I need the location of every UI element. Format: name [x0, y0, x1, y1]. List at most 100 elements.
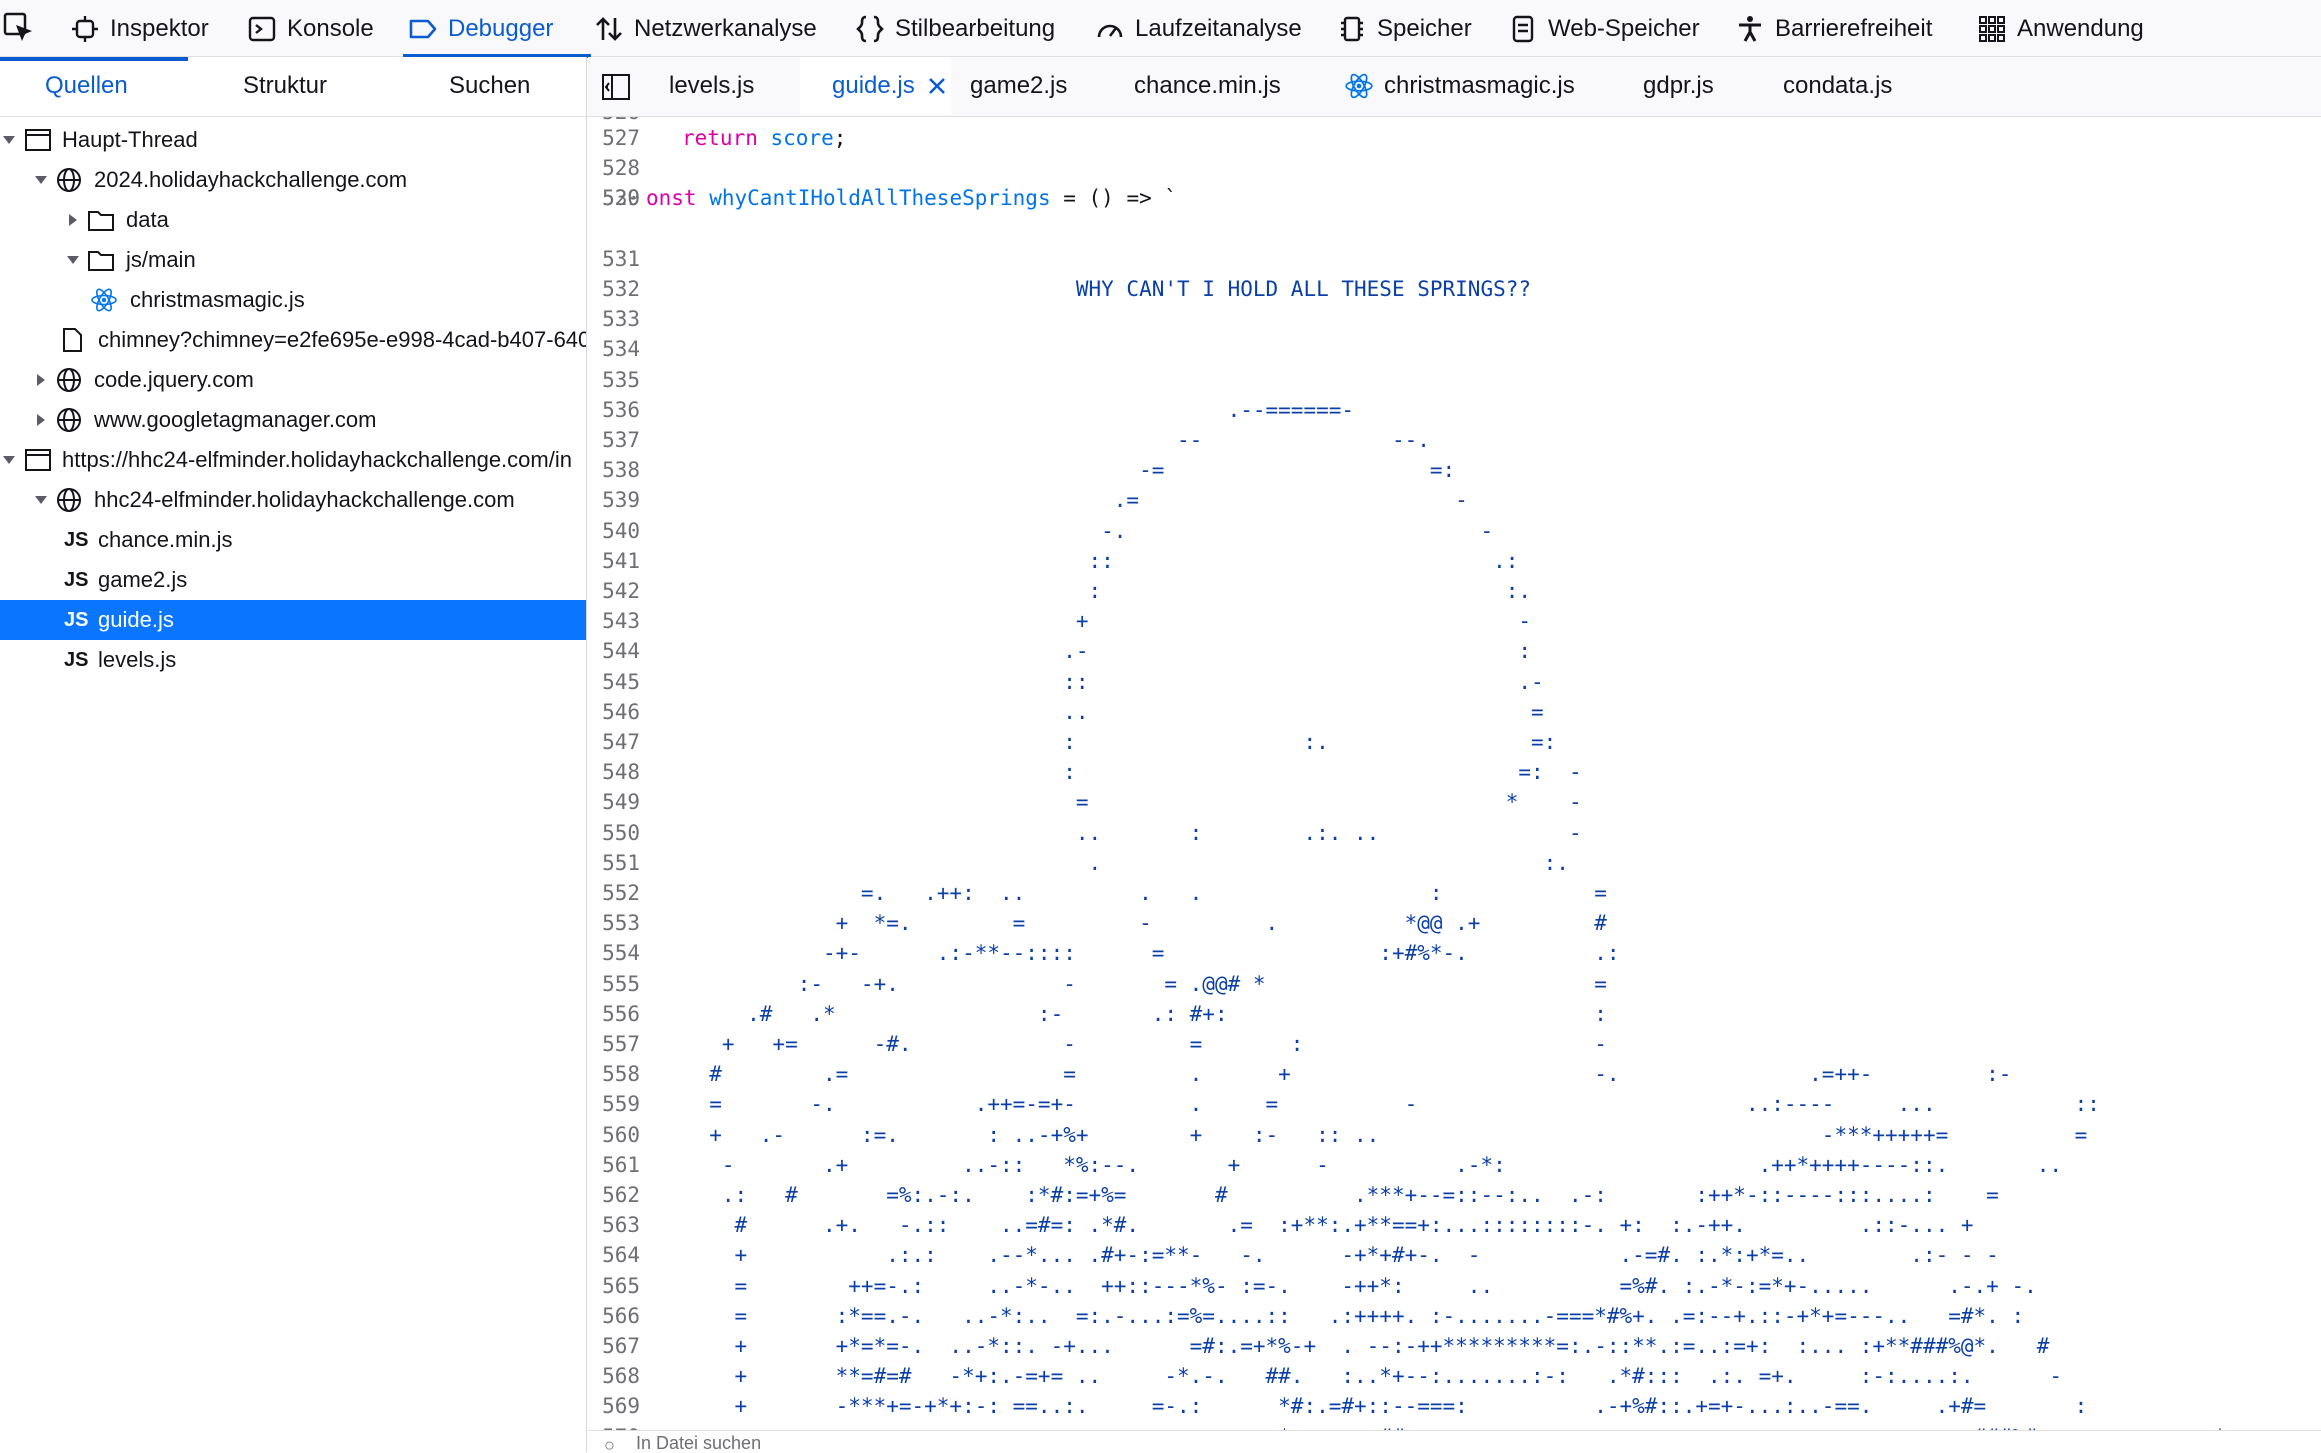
code-line: 544 .- : [588, 636, 2321, 666]
tree-item-thread[interactable]: https://hhc24-elfminder.holidayhackchall… [0, 440, 586, 480]
tree-item-domain[interactable]: hhc24-elfminder.holidayhackchallenge.com [0, 480, 586, 520]
code-line: 551 . :. [588, 848, 2321, 878]
line-number: 546 [602, 699, 640, 724]
tab-inspector[interactable]: Inspektor [70, 0, 209, 57]
tree-item-file[interactable]: JS chance.min.js [0, 520, 586, 560]
code-text: + - [646, 609, 1532, 634]
tab-network[interactable]: Netzwerkanalyse [594, 0, 817, 57]
line-number: 532 [602, 277, 640, 301]
code-line: 566 = :*==.-. ..-*:.. =:.-...:=%=....:: … [588, 1301, 2321, 1331]
globe-icon [57, 368, 81, 392]
tab-style-editor[interactable]: Stilbearbeitung [855, 0, 1055, 57]
line-number: 568 [602, 1364, 640, 1389]
chevron-right-icon [37, 374, 45, 386]
tree-item-label: christmasmagic.js [130, 287, 305, 312]
line-number: 549 [602, 790, 640, 815]
editor-tab-guide[interactable]: guide.js [800, 57, 951, 115]
search-icon: ○ [604, 1435, 615, 1453]
line-number: 542 [602, 579, 640, 603]
globe-icon [57, 408, 81, 432]
close-tab-icon[interactable] [927, 76, 947, 96]
code-line: 539 .= - [588, 485, 2321, 515]
editor-tab-chance[interactable]: chance.min.js [1134, 57, 1281, 115]
code-text: : :. =: [646, 730, 1557, 754]
code-line: 541 :: .: [588, 546, 2321, 576]
line-number: 541 [602, 548, 640, 573]
tree-item-domain[interactable]: 2024.holidayhackchallenge.com [0, 160, 586, 200]
code-text: .. : .:. .. - [646, 820, 1582, 845]
chevron-down-icon [67, 256, 79, 264]
tab-console[interactable]: Konsole [247, 0, 374, 57]
code-text: .- : [646, 639, 1532, 664]
performance-icon [1097, 24, 1123, 37]
code-line: 552 =. .++: .. . . : = [588, 878, 2321, 908]
tree-item-label: chimney?chimney=e2fe695e-e998-4cad-b407-… [98, 327, 587, 352]
tree-item-file[interactable]: chimney?chimney=e2fe695e-e998-4cad-b407-… [0, 320, 587, 360]
tab-search[interactable]: Suchen [449, 57, 530, 115]
line-number: 547 [602, 730, 640, 754]
toggle-sidebar-icon[interactable] [602, 74, 630, 100]
editor-tab-game2[interactable]: game2.js [970, 57, 1067, 115]
code-line: 545 :: .- [588, 667, 2321, 697]
window-icon [25, 129, 51, 151]
line-number: 557 [602, 1032, 640, 1056]
code-line: 549 = * - [588, 787, 2321, 817]
element-picker-icon[interactable] [2, 11, 36, 45]
tree-item-domain[interactable]: code.jquery.com [0, 360, 586, 400]
code-line: 554 -+- .:-**--:::: = :+#%*-. .: [588, 938, 2321, 968]
editor-tab-label: guide.js [832, 72, 915, 99]
code-line: 548 : =: - [588, 757, 2321, 787]
line-number: 563 [602, 1213, 640, 1238]
file-search-placeholder[interactable]: In Datei suchen [636, 1433, 761, 1453]
chevron-right-icon [37, 414, 45, 426]
editor-tab-christmasmagic[interactable]: christmasmagic.js [1344, 57, 1575, 115]
tab-debugger[interactable]: Debugger [408, 0, 553, 57]
chevron-down-icon [35, 176, 47, 184]
code-line: 555 :- -+. - = .@@# * = [588, 969, 2321, 999]
tree-item-label: code.jquery.com [94, 367, 254, 392]
tree-item-file-selected[interactable]: JS guide.js [0, 600, 586, 640]
tree-item-file[interactable]: JS game2.js [0, 560, 586, 600]
folder-icon [88, 251, 114, 271]
tree-item-domain[interactable]: www.googletagmanager.com [0, 400, 586, 440]
tree-item-label: hhc24-elfminder.holidayhackchallenge.com [94, 487, 515, 512]
tree-item-label: game2.js [98, 567, 188, 592]
line-number: 540 [602, 518, 640, 543]
line-number: 551 [602, 850, 640, 875]
devtools-toolbar: Inspektor Konsole Debugger Netzwerkanaly… [0, 0, 2321, 58]
editor-tab-levels[interactable]: levels.js [669, 57, 754, 115]
line-number: 567 [602, 1334, 640, 1358]
globe-icon [57, 488, 81, 512]
tab-sources[interactable]: Quellen [45, 57, 128, 115]
globe-icon [57, 168, 81, 192]
tree-item-file[interactable]: christmasmagic.js [0, 280, 586, 320]
tab-storage[interactable]: Web-Speicher [1508, 0, 1700, 57]
editor-tab-label: chance.min.js [1134, 72, 1281, 99]
console-icon [248, 16, 276, 41]
tab-performance[interactable]: Laufzeitanalyse [1095, 0, 1302, 57]
tree-item-folder[interactable]: data [0, 200, 586, 240]
line-number: 560 [602, 1122, 640, 1147]
line-number: 543 [602, 609, 640, 634]
line-number: 548 [602, 760, 640, 785]
editor-tab-condata[interactable]: condata.js [1783, 57, 1892, 115]
code-view[interactable]: 526 527 return score; 530 onst whyCantIH… [588, 117, 2321, 1452]
line-number: 529 [602, 186, 640, 211]
tab-outline[interactable]: Struktur [243, 57, 327, 115]
line-number: 533 [602, 307, 640, 332]
react-icon [91, 288, 117, 312]
code-line: 531 [588, 244, 2321, 274]
code-line: 558 # .= = . + -. .=++- :- [588, 1059, 2321, 1089]
code-line: 533 [588, 304, 2321, 334]
tab-application[interactable]: Anwendung [1977, 0, 2144, 57]
chevron-down-icon [3, 136, 15, 144]
editor-tab-gdpr[interactable]: gdpr.js [1643, 57, 1714, 115]
tree-item-file[interactable]: JS levels.js [0, 640, 586, 680]
tab-label: Stilbearbeitung [895, 14, 1056, 42]
tree-item-folder[interactable]: js/main [0, 240, 586, 280]
code-text: -= =: [646, 458, 1456, 483]
tree-item-main-thread[interactable]: Haupt-Thread [0, 120, 586, 160]
line-number: 544 [602, 639, 640, 664]
tab-memory[interactable]: Speicher [1337, 0, 1472, 57]
tab-accessibility[interactable]: Barrierefreiheit [1735, 0, 1932, 57]
